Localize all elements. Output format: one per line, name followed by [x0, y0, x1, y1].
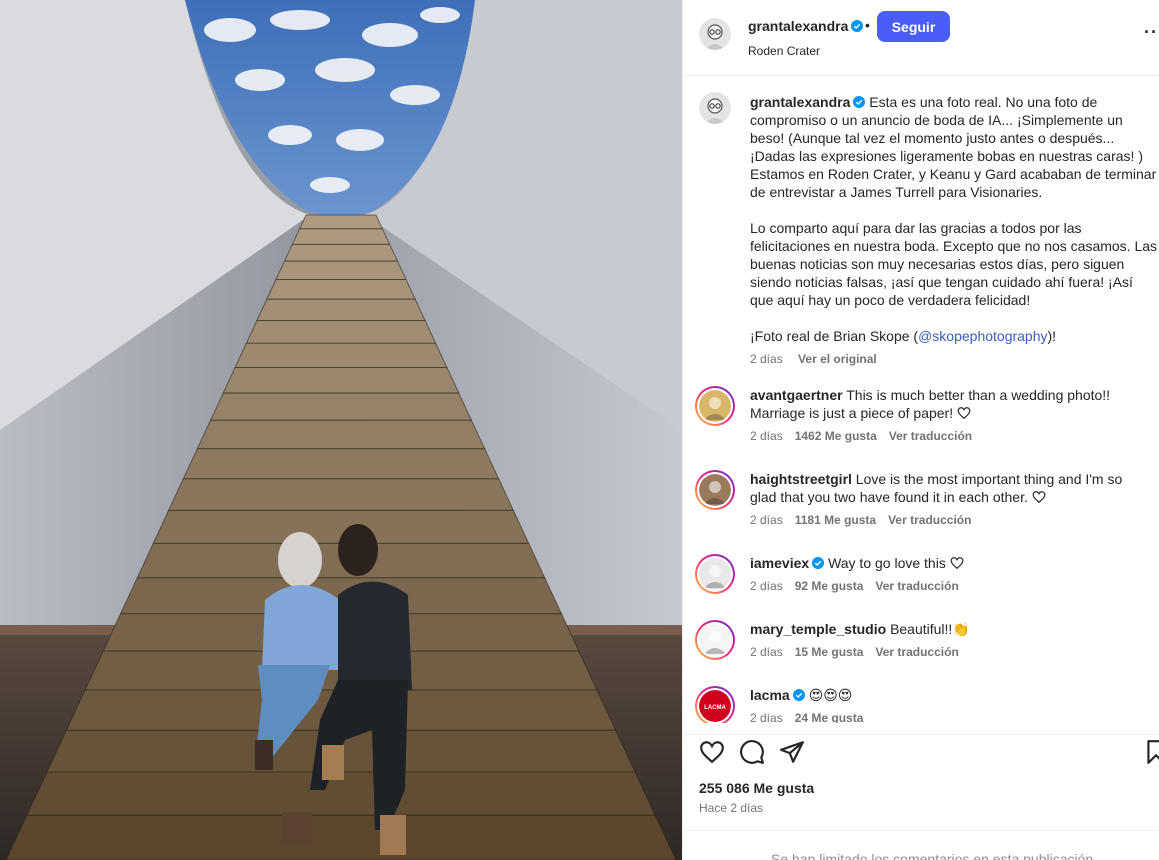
comment-meta: 2 días 1181 Me gusta Ver traducción [750, 513, 983, 527]
translate-link[interactable]: Ver traducción [888, 513, 971, 527]
commenter-username[interactable]: mary_temple_studio [750, 621, 886, 637]
stair-step [291, 228, 391, 245]
stair-step [234, 342, 448, 368]
stair-step [167, 478, 515, 511]
comment-item: iameviex Way to go love this 2 días 92 Me… [695, 554, 1159, 614]
comment-likes[interactable]: 24 Me gusta [795, 711, 864, 723]
comment-time: 2 días [750, 513, 783, 527]
comment-meta: 2 días 15 Me gusta Ver traducción [750, 645, 971, 659]
commenter-username[interactable]: lacma [750, 687, 790, 703]
comment-meta: 2 días 92 Me gusta Ver traducción [750, 579, 971, 593]
commenter-username[interactable]: haightstreetgirl [750, 471, 852, 487]
see-original-link[interactable]: Ver el original [798, 352, 877, 366]
stair-step [196, 419, 486, 450]
comment-text-block: lacma 😍😍😍 [750, 686, 1140, 704]
comment-time: 2 días [750, 711, 783, 723]
comment-item: mary_temple_studio Beautiful!!👏 2 días 15 … [695, 620, 1159, 680]
post-location[interactable]: Roden Crater [748, 44, 820, 58]
stair-step [283, 243, 399, 262]
post-actions: 255 086 Me gusta Hace 2 días [683, 734, 1159, 830]
like-count[interactable]: 255 086 Me gusta [699, 780, 814, 796]
heart-outline-icon [957, 407, 971, 420]
verified-badge-icon [851, 20, 864, 32]
verified-badge-icon [853, 96, 866, 108]
comment-likes[interactable]: 92 Me gusta [795, 579, 864, 593]
photo-illustration [0, 0, 682, 860]
translate-link[interactable]: Ver traducción [875, 645, 958, 659]
caption-meta: 2 días Ver el original [750, 352, 877, 366]
stair-step [245, 320, 437, 344]
comment-icon[interactable] [739, 739, 765, 765]
comment-likes[interactable]: 15 Me gusta [795, 645, 864, 659]
comment-text: Beautiful!!👏 [890, 621, 970, 637]
heart-outline-icon [1032, 491, 1046, 504]
comment-text-block: haightstreetgirl Love is the most import… [750, 470, 1140, 506]
save-icon[interactable] [1143, 739, 1159, 765]
follow-button[interactable]: Seguir [877, 11, 950, 42]
commenter-username[interactable]: iameviex [750, 555, 809, 571]
caption-username[interactable]: grantalexandra [750, 94, 850, 110]
heart-icon[interactable] [699, 739, 725, 765]
more-options-icon[interactable]: ··· [1144, 22, 1159, 43]
comment-likes[interactable]: 1462 Me gusta [795, 429, 877, 443]
comment-meta: 2 días 1462 Me gusta Ver traducción [750, 429, 984, 443]
commenter-avatar[interactable] [695, 554, 735, 594]
verified-badge-icon [792, 689, 805, 701]
stair-step [182, 448, 500, 480]
comment-item: haightstreetgirl Love is the most import… [695, 470, 1159, 530]
commenter-username[interactable]: avantgaertner [750, 387, 843, 403]
post-header: grantalexandra • Seguir Roden Crater ··· [683, 0, 1159, 76]
caption-paragraph-2: Lo comparto aquí para dar las gracias a … [750, 220, 1158, 308]
mention-link[interactable]: @skopephotography [918, 328, 1047, 344]
post-date: Hace 2 días [699, 801, 764, 815]
verified-badge-icon [812, 557, 825, 569]
comments-limited-notice: Se han limitado los comentarios en esta … [683, 830, 1159, 860]
caption-text: grantalexandra Esta es una foto real. No… [750, 93, 1159, 363]
author-avatar[interactable] [699, 18, 731, 50]
stair-step [266, 279, 416, 300]
comment-text: Way to go love this [828, 555, 946, 571]
comment-list[interactable]: avantgaertner This is much better than a… [683, 380, 1159, 723]
translate-link[interactable]: Ver traducción [889, 429, 972, 443]
comment-time: 2 días [750, 645, 783, 659]
caption-author-avatar[interactable] [699, 92, 731, 124]
caption-time: 2 días [750, 352, 783, 366]
comment-time: 2 días [750, 429, 783, 443]
stair-step [209, 392, 473, 421]
separator-dot: • [865, 17, 870, 33]
comment-likes[interactable]: 1181 Me gusta [795, 513, 876, 527]
commenter-avatar[interactable]: LACMA [695, 686, 735, 723]
comment-text-block: iameviex Way to go love this [750, 554, 1140, 572]
stair-step [275, 260, 407, 280]
comment-text: 😍😍😍 [808, 687, 853, 703]
comment-item: avantgaertner This is much better than a… [695, 386, 1159, 446]
share-icon[interactable] [779, 739, 805, 765]
stair-step [5, 814, 677, 860]
post-details-panel: grantalexandra • Seguir Roden Crater ···… [682, 0, 1159, 860]
translate-link[interactable]: Ver traducción [875, 579, 958, 593]
heart-outline-icon [950, 557, 964, 570]
comment-time: 2 días [750, 579, 783, 593]
post-photo[interactable] [0, 0, 682, 860]
stair-step [256, 298, 426, 322]
caption-credit: ¡Foto real de Brian Skope (@skopephotogr… [750, 328, 1057, 344]
commenter-avatar[interactable] [695, 386, 735, 426]
comment-item: LACMA lacma 😍😍😍 2 días 24 Me gusta [695, 686, 1159, 723]
comment-meta: 2 días 24 Me gusta [750, 711, 887, 723]
commenter-avatar-text: LACMA [704, 705, 726, 711]
comment-text-block: avantgaertner This is much better than a… [750, 386, 1140, 422]
author-username[interactable]: grantalexandra [748, 18, 864, 34]
comment-text-block: mary_temple_studio Beautiful!!👏 [750, 620, 1140, 638]
stair-step [222, 366, 460, 394]
commenter-avatar[interactable] [695, 470, 735, 510]
stair-step [298, 214, 384, 230]
commenter-avatar[interactable] [695, 620, 735, 660]
